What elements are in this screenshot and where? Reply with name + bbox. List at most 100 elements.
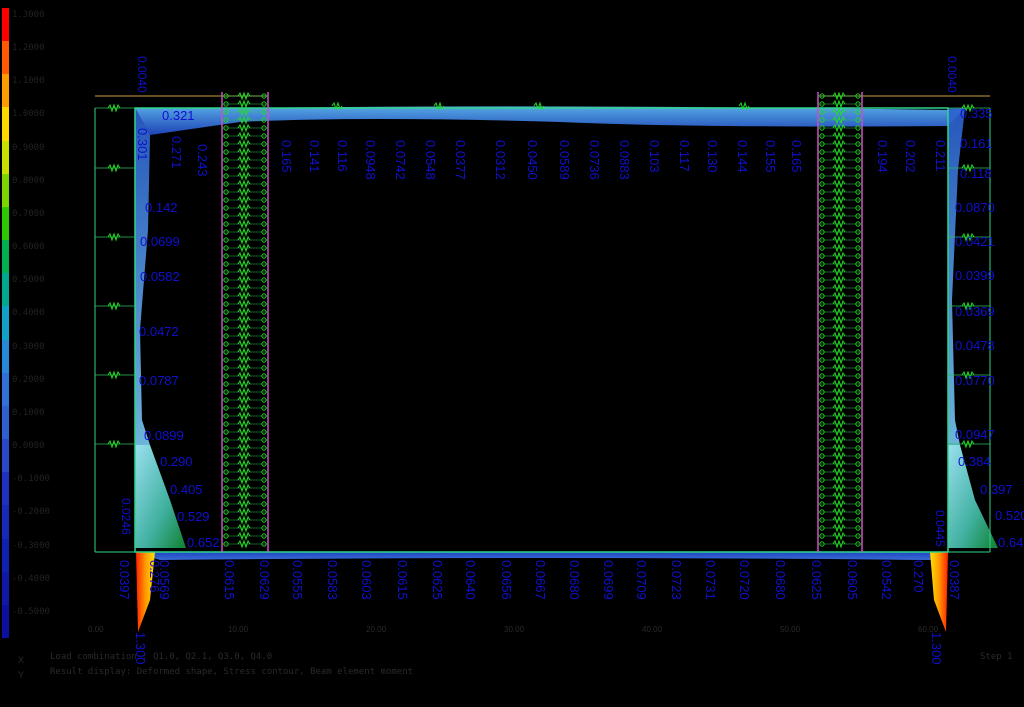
bottom-moment-label: 0.0615 [222, 560, 237, 600]
right-wall-label: 0.0369 [955, 304, 995, 319]
bottom-moment-label: 0.0667 [533, 560, 548, 600]
right-wall-label: 0.0947 [955, 427, 995, 442]
bottom-slab-moment [135, 552, 948, 560]
legend-label: 1.3000 [12, 10, 45, 20]
bottom-moment-label: 0.0699 [601, 560, 616, 600]
footer-step: Step 1 [980, 652, 1013, 662]
axis-x-mark: X [18, 655, 25, 665]
left-wall-label: 0.0899 [144, 428, 184, 443]
top-moment-label: 0.155 [763, 140, 778, 173]
legend-swatch [2, 107, 9, 142]
legend-swatch [2, 8, 9, 42]
right-wall-label: 0.0478 [955, 338, 995, 353]
corner-value-right: 1.300 [929, 632, 944, 665]
right-wall-label: 0.335 [960, 106, 993, 121]
top-moment-label: 0.165 [789, 140, 804, 173]
top-moment-label: 0.0948 [363, 140, 378, 180]
bottom-moment-label: 0.0656 [499, 560, 514, 600]
right-wall-label: 0.0870 [955, 200, 995, 215]
left-wall-low-label: 0.0246 [119, 498, 133, 535]
axis-tick-label: 30.00 [504, 625, 525, 634]
left-wall-label: 0.0472 [139, 324, 179, 339]
color-legend: 1.3000 1.2000 1.1000 1.0000 0.9000 0.8000 0.70… [0, 8, 70, 639]
axis-triad: X Y [18, 655, 24, 680]
left-wall-label: 0.405 [170, 482, 203, 497]
bottom-moment-label: 0.0555 [290, 560, 305, 600]
right-wall-label: 0.0421 [955, 234, 995, 249]
top-moment-label: 0.116 [335, 140, 350, 172]
legend-swatch [2, 41, 9, 75]
left-wall-label: 0.652 [187, 535, 220, 550]
axis-y-mark: Y [18, 670, 25, 680]
top-moment-label: 0.202 [903, 140, 918, 173]
structure-viewport[interactable]: 0.165 0.141 0.116 0.0948 0.0742 0.0548 0.0377 0… [0, 0, 1024, 707]
legend-label: 0.2000 [12, 374, 45, 385]
legend-label: 0.3000 [12, 341, 45, 352]
top-moment-label: 0.211 [933, 140, 948, 172]
top-moment-label: 0.0742 [393, 140, 408, 180]
bottom-moment-label: 0.0625 [430, 560, 445, 600]
top-left-moment-label: 0.301 [135, 128, 150, 161]
right-wall-label: 0.520 [995, 508, 1024, 523]
top-corner-label-left: 0.0040 [135, 56, 149, 93]
legend-label: -0.1000 [12, 474, 50, 485]
left-wall-label: 0.0582 [140, 269, 180, 284]
legend-label: -0.5000 [12, 606, 50, 617]
bottom-moment-label: 0.0629 [257, 560, 272, 600]
bottom-moment-label: 0.0625 [809, 560, 824, 600]
legend-swatch [2, 273, 9, 307]
legend-swatch [2, 405, 9, 440]
legend-label: -0.2000 [12, 507, 50, 518]
axis-tick-label: 50.00 [780, 625, 801, 634]
left-wall-label: 0.0787 [139, 373, 179, 388]
legend-swatch [2, 604, 9, 639]
top-moment-label: 0.144 [735, 140, 750, 173]
legend-label: 0.9000 [12, 142, 45, 153]
right-wall-label: 0.64 [998, 535, 1023, 550]
right-wall-label: 0.161 [960, 136, 993, 151]
legend-swatch [2, 571, 9, 606]
right-corner-moment [930, 552, 948, 632]
legend-swatch [2, 372, 9, 407]
top-left-moment-label: 0.243 [195, 144, 210, 177]
legend-label: 0.8000 [12, 175, 45, 186]
footer-result-display: Result display: Deformed shape, Stress c… [50, 667, 414, 677]
top-moment-label: 0.0312 [493, 140, 508, 180]
right-wall-label: 0.397 [980, 482, 1013, 497]
legend-label: 0.0000 [12, 441, 45, 452]
bottom-moment-label: 0.0542 [879, 560, 894, 600]
top-moment-label: 0.141 [307, 140, 322, 173]
axis-tick-label: 20.00 [366, 625, 387, 634]
bottom-moment-label: 0.0397 [117, 560, 132, 600]
left-wall-label: 0.529 [177, 509, 210, 524]
right-wall-low-label: 0.0445 [933, 510, 947, 547]
top-moment-label: 0.130 [705, 140, 720, 173]
top-left-moment-label: 0.271 [169, 136, 184, 169]
bottom-moment-label: 0.0615 [395, 560, 410, 600]
bottom-moment-label: 0.0680 [567, 560, 582, 600]
top-moment-label: 0.165 [279, 140, 294, 173]
right-wall-label: 0.0770 [955, 373, 995, 388]
legend-label: 0.6000 [12, 242, 45, 253]
bottom-moment-label: 0.270 [911, 560, 926, 593]
left-wall-label: 0.142 [145, 200, 178, 215]
legend-label: -0.3000 [12, 540, 50, 551]
legend-label: 0.1000 [12, 407, 45, 418]
legend-swatch [2, 505, 9, 540]
legend-label: 1.2000 [12, 43, 45, 54]
legend-swatch [2, 439, 9, 473]
bottom-moment-label: 0.0731 [703, 560, 718, 600]
right-wall-label: 0.118 [960, 166, 992, 181]
bottom-moment-label: 0.0640 [463, 560, 478, 600]
legend-swatch [2, 140, 9, 175]
top-beam-label: 0.321 [162, 108, 195, 123]
legend-swatch [2, 339, 9, 374]
legend-swatch [2, 306, 9, 341]
legend-label: 1.0000 [12, 109, 45, 120]
bottom-moment-label: 0.0680 [773, 560, 788, 600]
top-moment-label: 0.0883 [617, 140, 632, 180]
legend-label: 0.7000 [12, 208, 45, 219]
axis-tick-label: 40.00 [642, 625, 663, 634]
legend-swatch [2, 538, 9, 573]
bottom-moment-label: 0.0603 [359, 560, 374, 600]
